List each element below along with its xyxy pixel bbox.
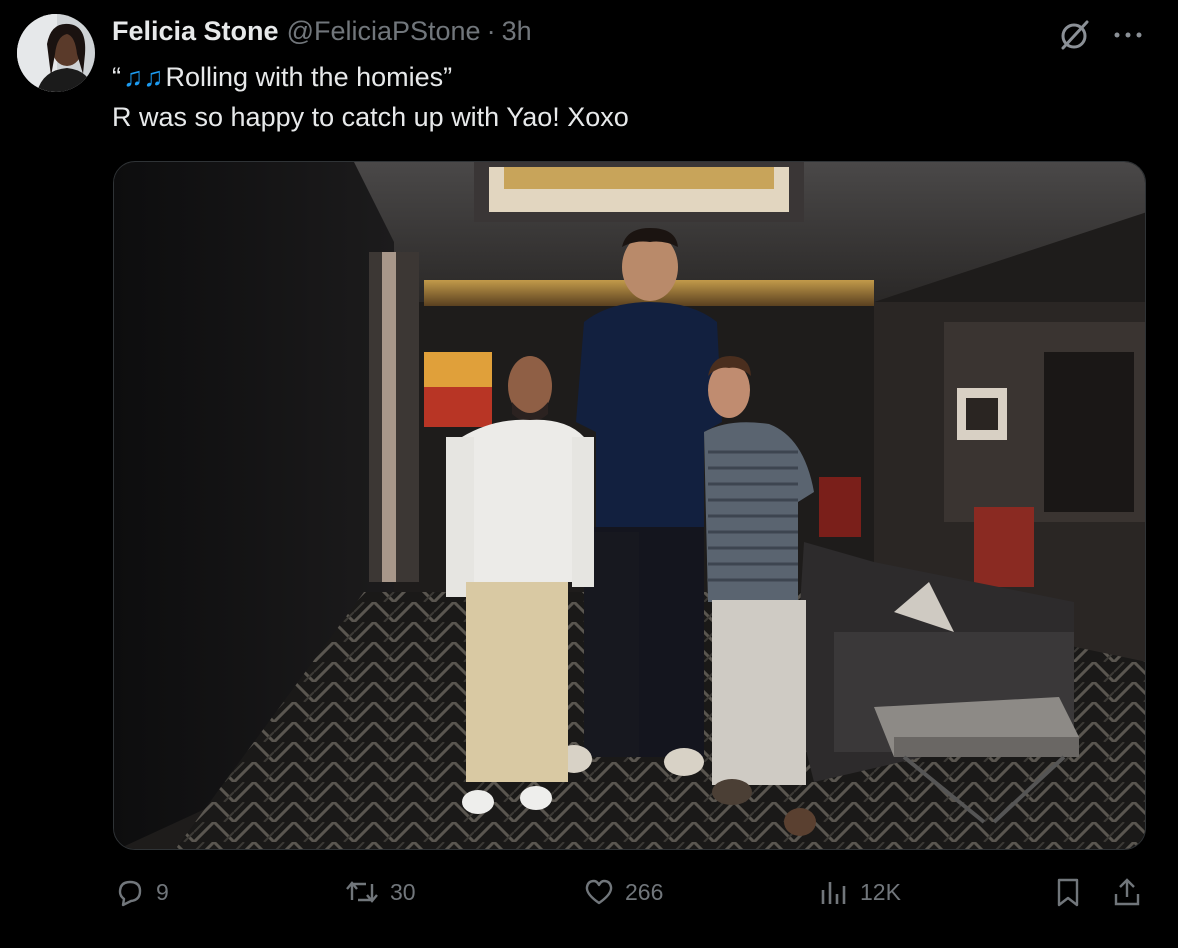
music-notes-icon: ♫♫: [123, 62, 164, 92]
post-text-line-1: “♫♫Rolling with the homies”: [112, 62, 452, 93]
bookmark-button[interactable]: [1054, 876, 1082, 908]
view-count: 12K: [860, 878, 901, 905]
separator-dot: ·: [486, 16, 496, 46]
author-name[interactable]: Felicia Stone: [112, 16, 279, 47]
line1-text: Rolling with the homies”: [165, 62, 453, 92]
views-button[interactable]: 12K: [818, 876, 901, 908]
reply-icon: [118, 880, 142, 907]
post-time[interactable]: 3h: [502, 16, 532, 47]
share-icon: [1114, 878, 1140, 906]
grok-icon[interactable]: [1058, 18, 1092, 52]
like-icon: [585, 879, 613, 905]
post-text-line-2: R was so happy to catch up with Yao! Xox…: [112, 102, 629, 132]
reply-button[interactable]: 9: [114, 876, 169, 908]
repost-count: 30: [390, 878, 416, 905]
share-button[interactable]: [1112, 876, 1142, 908]
post-header: Felicia Stone @FeliciaPStone · 3h: [112, 16, 532, 52]
like-count: 266: [625, 878, 664, 905]
open-quote: “: [112, 62, 121, 92]
repost-button[interactable]: 30: [344, 876, 416, 908]
like-button[interactable]: 266: [583, 876, 663, 908]
post-photo[interactable]: [113, 161, 1146, 850]
more-icon[interactable]: [1111, 22, 1145, 48]
action-bar: 9 30 266 12K: [0, 876, 1178, 916]
photo-image: [114, 162, 1145, 849]
avatar[interactable]: [17, 14, 95, 92]
avatar-image: [17, 14, 95, 92]
repost-icon: [346, 881, 378, 903]
reply-count: 9: [156, 878, 169, 905]
author-handle[interactable]: @FeliciaPStone: [287, 16, 481, 47]
bookmark-icon: [1057, 878, 1079, 907]
views-icon: [821, 882, 846, 904]
